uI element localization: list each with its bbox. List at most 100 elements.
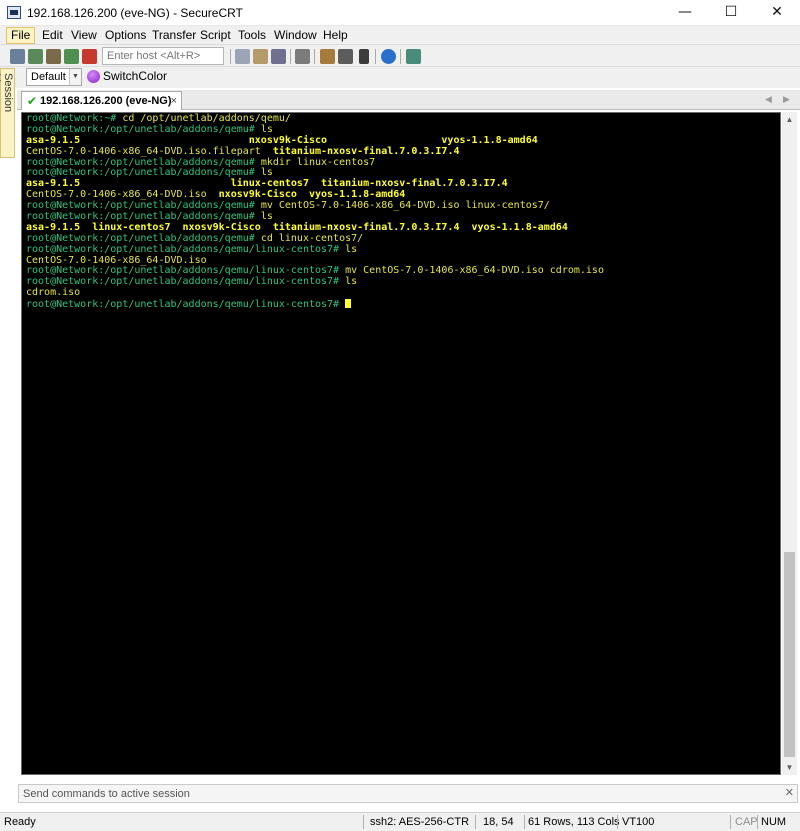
toolbar [0, 45, 800, 67]
close-icon[interactable]: ✕ [754, 0, 800, 26]
securecrt-app-icon[interactable] [7, 6, 21, 19]
terminal-screen[interactable]: root@Network:~# cd /opt/unetlab/addons/q… [21, 112, 781, 775]
menu-options[interactable]: Options [101, 27, 150, 44]
toolbar-separator [290, 49, 291, 64]
window-title: 192.168.126.200 (eve-NG) - SecureCRT [27, 6, 243, 20]
menu-script[interactable]: Script [196, 27, 235, 44]
terminal-line: root@Network:/opt/unetlab/addons/qemu/li… [26, 299, 780, 310]
switchcolor-button[interactable]: SwitchColor [86, 68, 167, 86]
menu-tools[interactable]: Tools [234, 27, 270, 44]
shell-prompt: root@Network:/opt/unetlab/addons/qemu/li… [26, 243, 346, 255]
status-separator [757, 815, 758, 829]
toolbar-separator [400, 49, 401, 64]
terminal-line: cdrom.iso [26, 287, 780, 299]
enter-host-input[interactable] [102, 47, 224, 65]
menu-help[interactable]: Help [319, 27, 352, 44]
switchcolor-icon [87, 70, 100, 83]
shell-prompt: root@Network:/opt/unetlab/addons/qemu# [26, 200, 261, 212]
shell-prompt: root@Network:/opt/unetlab/addons/qemu/li… [26, 299, 346, 311]
status-num-lock: NUM [761, 816, 787, 828]
status-separator [524, 815, 525, 829]
button-bar-select-value: Default [31, 71, 66, 83]
terminal-text: ls [260, 167, 273, 179]
quick-connect-icon[interactable] [28, 49, 43, 64]
send-commands-input[interactable] [19, 785, 779, 802]
status-ready: Ready [4, 816, 36, 828]
shell-prompt: root@Network:~# [26, 113, 123, 124]
shell-prompt: root@Network:/opt/unetlab/addons/qemu# [26, 167, 261, 179]
connected-check-icon: ✔ [27, 94, 38, 108]
shell-prompt: root@Network:/opt/unetlab/addons/qemu/li… [26, 276, 346, 288]
shell-prompt: root@Network:/opt/unetlab/addons/qemu# [26, 232, 261, 244]
toolbar-separator [375, 49, 376, 64]
status-bar: Ready ssh2: AES-256-CTR 18, 54 61 Rows, … [0, 812, 800, 831]
terminal-text: mv CentOS-7.0-1406-x86_64-DVD.iso cdrom.… [345, 265, 604, 277]
connect-icon[interactable] [10, 49, 25, 64]
copy-icon[interactable] [235, 49, 250, 64]
menu-bar: File Edit View Options Transfer Script T… [0, 26, 800, 45]
tab-session-eve-ng[interactable]: ✔ 192.168.126.200 (eve-NG) × [21, 91, 182, 110]
button-bar: Default ▼ SwitchColor [0, 67, 800, 88]
terminal-text: ls [260, 123, 273, 135]
command-window-close-icon[interactable]: ✕ [785, 786, 794, 801]
terminal-text: asa-9.1.5 linux-centos7 titanium-nxosv-f… [26, 178, 508, 190]
key-icon[interactable] [359, 49, 369, 64]
terminal-cursor [345, 299, 352, 309]
shell-prompt: root@Network:/opt/unetlab/addons/qemu# [26, 211, 261, 223]
button-bar-select[interactable]: Default ▼ [26, 68, 82, 86]
terminal-text: cd linux-centos7/ [260, 232, 364, 244]
tab-scroll-right-icon[interactable]: ▶ [783, 94, 790, 105]
command-window: ✕ [18, 784, 798, 803]
session-options-icon[interactable] [320, 49, 335, 64]
connect-in-tab-icon[interactable] [46, 49, 61, 64]
menu-window[interactable]: Window [270, 27, 321, 44]
shell-prompt: root@Network:/opt/unetlab/addons/qemu# [26, 123, 261, 135]
chevron-down-icon[interactable]: ▼ [69, 69, 81, 85]
terminal-text: CentOS-7.0-1406-x86_64-DVD.iso.filepart [26, 145, 273, 157]
terminal-text: nxosv9k-Cisco vyos-1.1.8-amd64 [218, 189, 406, 201]
terminal-scrollbar[interactable]: ▲ ▼ [782, 112, 797, 775]
status-separator [730, 815, 731, 829]
scrollbar-thumb[interactable] [784, 552, 795, 757]
terminal-text: mkdir linux-centos7 [260, 156, 376, 168]
scroll-up-icon[interactable]: ▲ [782, 112, 797, 127]
terminal-text: ls [345, 243, 358, 255]
minimize-icon[interactable]: — [662, 0, 708, 26]
session-manager-label: Session Manager [0, 73, 14, 117]
tab-close-icon[interactable]: × [171, 94, 177, 108]
session-tab-bar: ✔ 192.168.126.200 (eve-NG) × ◀ ▶ [17, 90, 800, 110]
terminal-text: CentOS-7.0-1406-x86_64-DVD.iso [26, 189, 219, 201]
maximize-icon[interactable]: ☐ [708, 0, 754, 26]
global-options-icon[interactable] [338, 49, 353, 64]
shell-prompt: root@Network:/opt/unetlab/addons/qemu# [26, 156, 261, 168]
session-manager-tab[interactable]: Session Manager [0, 68, 15, 158]
terminal-text: cd /opt/unetlab/addons/qemu/ [122, 113, 291, 124]
switchcolor-label: SwitchColor [103, 69, 168, 83]
sftp-icon[interactable] [406, 49, 421, 64]
terminal-text: ls [260, 211, 273, 223]
status-caps-lock: CAP [735, 816, 758, 828]
terminal-text: cdrom.iso [26, 287, 81, 299]
status-cipher: ssh2: AES-256-CTR [370, 816, 470, 828]
terminal-text: mv CentOS-7.0-1406-x86_64-DVD.iso linux-… [260, 200, 550, 212]
terminal-text: asa-9.1.5 linux-centos7 nxosv9k-Cisco ti… [26, 221, 568, 233]
help-icon[interactable] [381, 49, 396, 64]
scroll-down-icon[interactable]: ▼ [782, 760, 797, 775]
tab-scroll-left-icon[interactable]: ◀ [765, 94, 772, 105]
find-icon[interactable] [271, 49, 286, 64]
status-cursor-position: 18, 54 [483, 816, 514, 828]
disconnect-icon[interactable] [82, 49, 97, 64]
status-separator [475, 815, 476, 829]
menu-transfer[interactable]: Transfer [148, 27, 200, 44]
menu-view[interactable]: View [67, 27, 101, 44]
print-icon[interactable] [295, 49, 310, 64]
reconnect-icon[interactable] [64, 49, 79, 64]
paste-icon[interactable] [253, 49, 268, 64]
terminal-text: ls [345, 276, 358, 288]
status-emulation: VT100 [622, 816, 655, 828]
toolbar-separator [314, 49, 315, 64]
menu-edit[interactable]: Edit [38, 27, 67, 44]
status-separator [617, 815, 618, 829]
toolbar-separator [230, 49, 231, 64]
menu-file[interactable]: File [6, 27, 36, 44]
